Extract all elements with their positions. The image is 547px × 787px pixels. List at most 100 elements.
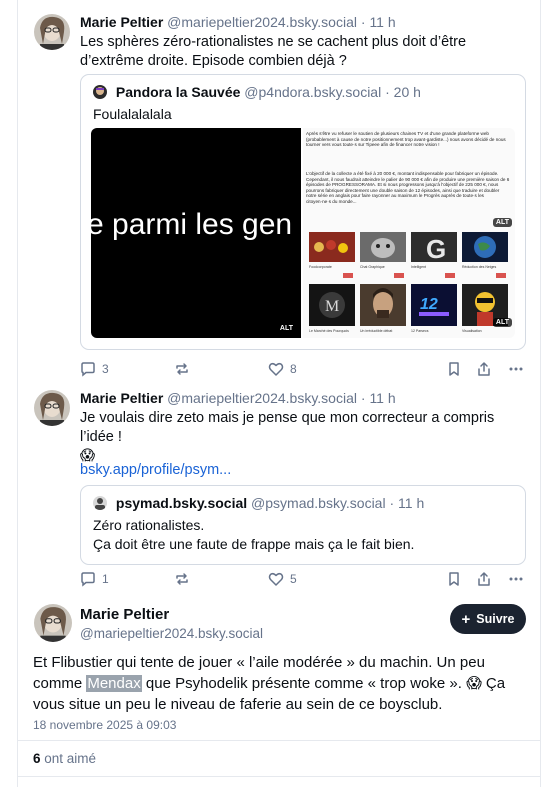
quote-image-screenshot[interactable]: Après s'être vu refuser le soutien de pl… bbox=[303, 128, 515, 338]
author-name[interactable]: Marie Peltier bbox=[80, 606, 169, 623]
alt-badge[interactable]: ALT bbox=[492, 218, 512, 227]
likes-count: 6 bbox=[33, 751, 41, 766]
author-name[interactable]: Marie Peltier bbox=[80, 390, 163, 406]
thumb bbox=[462, 232, 508, 262]
reply-button[interactable]: 3 bbox=[80, 360, 109, 378]
post-date[interactable]: 18 novembre 2025 à 09:03 bbox=[33, 718, 176, 732]
thumb-caption: Visualisation bbox=[462, 329, 482, 333]
post-link[interactable]: bsky.app/profile/psym... bbox=[80, 461, 530, 480]
thumb: 12 bbox=[411, 284, 457, 326]
post-1[interactable]: Marie Peltier @mariepeltier2024.bsky.soc… bbox=[18, 0, 540, 377]
bookmark-button[interactable] bbox=[446, 570, 462, 588]
quoted-post[interactable]: Pandora la Sauvée @p4ndora.bsky.social ·… bbox=[80, 74, 526, 350]
thumb-caption: Un irréductible débat bbox=[360, 329, 393, 333]
like-button[interactable]: 8 bbox=[268, 360, 297, 378]
avatar[interactable] bbox=[34, 14, 70, 50]
author-handle[interactable]: @mariepeltier2024.bsky.social bbox=[167, 14, 357, 30]
divider bbox=[18, 776, 540, 777]
quote-header: Pandora la Sauvée @p4ndora.bsky.social ·… bbox=[93, 84, 421, 100]
reply-icon bbox=[81, 572, 95, 587]
post-actions: 1 5 bbox=[80, 570, 530, 588]
quote-avatar bbox=[93, 496, 107, 510]
thread-column: Marie Peltier @mariepeltier2024.bsky.soc… bbox=[17, 0, 541, 787]
text-after: que Psyhodelik présente comme « trop wok… bbox=[141, 675, 462, 692]
author-handle[interactable]: @mariepeltier2024.bsky.social bbox=[80, 626, 263, 641]
repost-button[interactable] bbox=[174, 570, 190, 588]
reply-count: 1 bbox=[102, 572, 109, 586]
thumb bbox=[360, 284, 406, 326]
author-handle[interactable]: @mariepeltier2024.bsky.social bbox=[167, 390, 357, 406]
quote-text: Foulalalalala bbox=[93, 106, 172, 122]
more-button[interactable] bbox=[508, 360, 524, 378]
more-icon bbox=[509, 577, 523, 581]
plus-icon: + bbox=[461, 610, 471, 628]
thumb: G bbox=[411, 232, 457, 264]
share-button[interactable] bbox=[476, 570, 492, 588]
quote-author-handle[interactable]: @psymad.bsky.social bbox=[251, 495, 386, 511]
post-time[interactable]: 11 h bbox=[369, 14, 395, 30]
quote-header: psymad.bsky.social @psymad.bsky.social ·… bbox=[93, 495, 424, 511]
thumb-meta bbox=[309, 273, 355, 278]
heart-icon bbox=[268, 362, 284, 376]
heart-icon bbox=[268, 572, 284, 586]
post-text: Je voulais dire zeto mais je pense que m… bbox=[80, 409, 530, 466]
thumb-caption: Intelligent bbox=[411, 265, 426, 269]
post-time[interactable]: 11 h bbox=[369, 390, 395, 406]
more-button[interactable] bbox=[508, 570, 524, 588]
emoji: 😱 bbox=[466, 675, 482, 692]
quote-image-video[interactable]: e parmi les gen ALT bbox=[91, 128, 301, 338]
thumb-meta bbox=[411, 273, 457, 278]
divider bbox=[18, 740, 540, 741]
follow-button[interactable]: + Suivre bbox=[450, 604, 526, 634]
alt-badge[interactable]: ALT bbox=[492, 318, 512, 327]
repost-button[interactable] bbox=[174, 360, 190, 378]
more-icon bbox=[509, 367, 523, 371]
author-name[interactable]: Marie Peltier bbox=[80, 14, 163, 30]
like-button[interactable]: 5 bbox=[268, 570, 297, 588]
like-count: 5 bbox=[290, 572, 297, 586]
screenshot-text-2: L'objectif de la collecte a été fixé à 2… bbox=[306, 171, 510, 204]
reply-button[interactable]: 1 bbox=[80, 570, 109, 588]
svg-text:12: 12 bbox=[420, 296, 438, 313]
svg-text:G: G bbox=[426, 234, 446, 262]
quote-avatar bbox=[93, 85, 107, 99]
avatar[interactable] bbox=[34, 390, 70, 426]
thumb: M bbox=[309, 284, 355, 326]
thumb-caption: Réduction des Neiges bbox=[462, 265, 497, 269]
likes-label: ont aimé bbox=[44, 751, 97, 766]
avatar[interactable] bbox=[34, 604, 72, 642]
post-actions: 3 8 bbox=[80, 360, 530, 378]
svg-text:M: M bbox=[325, 298, 339, 315]
quote-time[interactable]: 20 h bbox=[394, 84, 421, 100]
post-header: Marie Peltier @mariepeltier2024.bsky.soc… bbox=[80, 14, 396, 30]
likes-summary[interactable]: 6 ont aimé bbox=[33, 751, 96, 766]
like-count: 8 bbox=[290, 362, 297, 376]
bookmark-icon bbox=[449, 362, 459, 376]
follow-label: Suivre bbox=[476, 612, 515, 626]
reply-icon bbox=[81, 362, 95, 377]
quote-author-name[interactable]: Pandora la Sauvée bbox=[116, 84, 241, 100]
post-text: Les sphères zéro-rationalistes ne se cac… bbox=[80, 34, 467, 69]
quote-author-handle[interactable]: @p4ndora.bsky.social bbox=[244, 84, 381, 100]
quoted-post[interactable]: psymad.bsky.social @psymad.bsky.social ·… bbox=[80, 485, 526, 565]
share-icon bbox=[478, 572, 490, 586]
post-text-body: Je voulais dire zeto mais je pense que m… bbox=[80, 410, 495, 445]
quote-time[interactable]: 11 h bbox=[398, 495, 424, 511]
post-2[interactable]: Marie Peltier @mariepeltier2024.bsky.soc… bbox=[18, 378, 540, 588]
thumb-caption: Chat Graphique bbox=[360, 265, 385, 269]
quote-line-2: Ça doit être une faute de frappe mais ça… bbox=[93, 536, 415, 552]
thumb bbox=[309, 232, 355, 262]
quote-line-1: Zéro rationalistes. bbox=[93, 517, 205, 533]
quote-author-name[interactable]: psymad.bsky.social bbox=[116, 495, 247, 511]
thumb-meta bbox=[462, 273, 508, 278]
reply-count: 3 bbox=[102, 362, 109, 376]
thumb bbox=[360, 232, 406, 262]
thumb-meta bbox=[360, 273, 406, 278]
thumb-caption: Le Marché des Pourquois bbox=[309, 329, 349, 333]
alt-badge[interactable]: ALT bbox=[276, 324, 296, 333]
share-button[interactable] bbox=[476, 360, 492, 378]
post-header: Marie Peltier @mariepeltier2024.bsky.soc… bbox=[80, 390, 396, 406]
video-caption: e parmi les gen bbox=[91, 208, 293, 241]
bookmark-button[interactable] bbox=[446, 360, 462, 378]
bookmark-icon bbox=[449, 572, 459, 586]
